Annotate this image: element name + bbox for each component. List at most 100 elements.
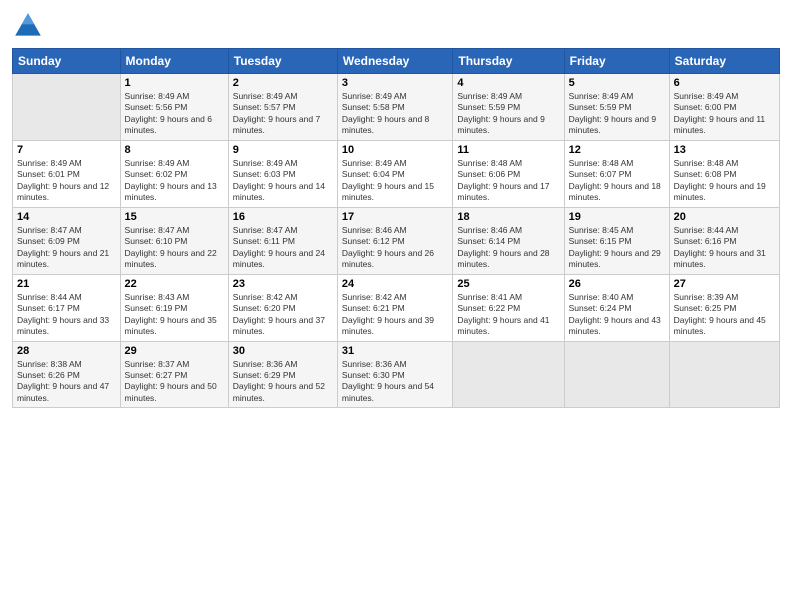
day-info: Sunrise: 8:44 AMSunset: 6:16 PMDaylight:… [674,225,775,271]
header [12,10,780,42]
day-info: Sunrise: 8:45 AMSunset: 6:15 PMDaylight:… [569,225,665,271]
day-number: 13 [674,144,775,156]
week-row-3: 14 Sunrise: 8:47 AMSunset: 6:09 PMDayligh… [13,207,780,274]
day-number: 2 [233,77,333,89]
day-number: 11 [457,144,559,156]
day-number: 30 [233,345,333,357]
day-info: Sunrise: 8:36 AMSunset: 6:29 PMDaylight:… [233,359,333,405]
day-cell: 16 Sunrise: 8:47 AMSunset: 6:11 PMDayligh… [228,207,337,274]
day-cell: 3 Sunrise: 8:49 AMSunset: 5:58 PMDaylight… [337,74,453,141]
logo-icon [12,10,44,42]
day-info: Sunrise: 8:48 AMSunset: 6:08 PMDaylight:… [674,158,775,204]
day-number: 29 [125,345,224,357]
day-info: Sunrise: 8:47 AMSunset: 6:11 PMDaylight:… [233,225,333,271]
day-info: Sunrise: 8:39 AMSunset: 6:25 PMDaylight:… [674,292,775,338]
day-cell: 2 Sunrise: 8:49 AMSunset: 5:57 PMDaylight… [228,74,337,141]
day-info: Sunrise: 8:49 AMSunset: 6:03 PMDaylight:… [233,158,333,204]
weekday-header-wednesday: Wednesday [337,49,453,74]
day-info: Sunrise: 8:36 AMSunset: 6:30 PMDaylight:… [342,359,449,405]
day-number: 3 [342,77,449,89]
day-number: 9 [233,144,333,156]
day-info: Sunrise: 8:48 AMSunset: 6:07 PMDaylight:… [569,158,665,204]
weekday-header-friday: Friday [564,49,669,74]
weekday-header-thursday: Thursday [453,49,564,74]
logo [12,10,48,42]
day-info: Sunrise: 8:38 AMSunset: 6:26 PMDaylight:… [17,359,116,405]
day-cell: 7 Sunrise: 8:49 AMSunset: 6:01 PMDaylight… [13,140,121,207]
day-number: 16 [233,211,333,223]
day-info: Sunrise: 8:49 AMSunset: 5:58 PMDaylight:… [342,91,449,137]
day-number: 1 [125,77,224,89]
day-number: 12 [569,144,665,156]
day-cell: 8 Sunrise: 8:49 AMSunset: 6:02 PMDaylight… [120,140,228,207]
day-cell: 23 Sunrise: 8:42 AMSunset: 6:20 PMDayligh… [228,274,337,341]
day-number: 27 [674,278,775,290]
day-cell: 22Sunrise: 8:43 AMSunset: 6:19 PMDayligh… [120,274,228,341]
weekday-header-monday: Monday [120,49,228,74]
day-info: Sunrise: 8:47 AMSunset: 6:10 PMDaylight:… [125,225,224,271]
weekday-header-tuesday: Tuesday [228,49,337,74]
day-info: Sunrise: 8:47 AMSunset: 6:09 PMDaylight:… [17,225,116,271]
day-cell: 15 Sunrise: 8:47 AMSunset: 6:10 PMDayligh… [120,207,228,274]
day-cell [669,341,779,408]
day-cell: 9 Sunrise: 8:49 AMSunset: 6:03 PMDaylight… [228,140,337,207]
day-info: Sunrise: 8:41 AMSunset: 6:22 PMDaylight:… [457,292,559,338]
day-number: 14 [17,211,116,223]
day-number: 7 [17,144,116,156]
day-info: Sunrise: 8:49 AMSunset: 5:59 PMDaylight:… [569,91,665,137]
day-cell: 19Sunrise: 8:45 AMSunset: 6:15 PMDayligh… [564,207,669,274]
day-number: 24 [342,278,449,290]
weekday-header-row: SundayMondayTuesdayWednesdayThursdayFrid… [13,49,780,74]
day-number: 20 [674,211,775,223]
day-cell: 27 Sunrise: 8:39 AMSunset: 6:25 PMDayligh… [669,274,779,341]
day-info: Sunrise: 8:48 AMSunset: 6:06 PMDaylight:… [457,158,559,204]
week-row-5: 28 Sunrise: 8:38 AMSunset: 6:26 PMDayligh… [13,341,780,408]
day-info: Sunrise: 8:49 AMSunset: 5:56 PMDaylight:… [125,91,224,137]
day-cell: 4Sunrise: 8:49 AMSunset: 5:59 PMDaylight… [453,74,564,141]
day-number: 8 [125,144,224,156]
day-info: Sunrise: 8:42 AMSunset: 6:20 PMDaylight:… [233,292,333,338]
day-cell: 6 Sunrise: 8:49 AMSunset: 6:00 PMDaylight… [669,74,779,141]
day-cell: 12 Sunrise: 8:48 AMSunset: 6:07 PMDayligh… [564,140,669,207]
day-number: 31 [342,345,449,357]
day-info: Sunrise: 8:40 AMSunset: 6:24 PMDaylight:… [569,292,665,338]
day-cell: 18 Sunrise: 8:46 AMSunset: 6:14 PMDayligh… [453,207,564,274]
day-cell: 20 Sunrise: 8:44 AMSunset: 6:16 PMDayligh… [669,207,779,274]
day-number: 10 [342,144,449,156]
day-number: 17 [342,211,449,223]
day-info: Sunrise: 8:46 AMSunset: 6:14 PMDaylight:… [457,225,559,271]
day-cell: 11 Sunrise: 8:48 AMSunset: 6:06 PMDayligh… [453,140,564,207]
day-info: Sunrise: 8:49 AMSunset: 6:01 PMDaylight:… [17,158,116,204]
day-info: Sunrise: 8:37 AMSunset: 6:27 PMDaylight:… [125,359,224,405]
day-info: Sunrise: 8:49 AMSunset: 6:00 PMDaylight:… [674,91,775,137]
page: SundayMondayTuesdayWednesdayThursdayFrid… [0,0,792,612]
day-info: Sunrise: 8:49 AMSunset: 5:57 PMDaylight:… [233,91,333,137]
day-cell: 17 Sunrise: 8:46 AMSunset: 6:12 PMDayligh… [337,207,453,274]
day-info: Sunrise: 8:49 AMSunset: 6:04 PMDaylight:… [342,158,449,204]
day-cell: 21Sunrise: 8:44 AMSunset: 6:17 PMDayligh… [13,274,121,341]
day-cell: 28 Sunrise: 8:38 AMSunset: 6:26 PMDayligh… [13,341,121,408]
weekday-header-sunday: Sunday [13,49,121,74]
day-cell [564,341,669,408]
day-cell: 25 Sunrise: 8:41 AMSunset: 6:22 PMDayligh… [453,274,564,341]
day-cell: 30 Sunrise: 8:36 AMSunset: 6:29 PMDayligh… [228,341,337,408]
day-number: 15 [125,211,224,223]
day-info: Sunrise: 8:43 AMSunset: 6:19 PMDaylight:… [125,292,224,338]
day-number: 21 [17,278,116,290]
day-cell: 31 Sunrise: 8:36 AMSunset: 6:30 PMDayligh… [337,341,453,408]
day-number: 25 [457,278,559,290]
day-cell: 10 Sunrise: 8:49 AMSunset: 6:04 PMDayligh… [337,140,453,207]
day-number: 6 [674,77,775,89]
day-number: 18 [457,211,559,223]
day-cell: 26 Sunrise: 8:40 AMSunset: 6:24 PMDayligh… [564,274,669,341]
day-number: 28 [17,345,116,357]
day-number: 23 [233,278,333,290]
day-cell: 5Sunrise: 8:49 AMSunset: 5:59 PMDaylight… [564,74,669,141]
day-number: 26 [569,278,665,290]
day-cell: 29 Sunrise: 8:37 AMSunset: 6:27 PMDayligh… [120,341,228,408]
weekday-header-saturday: Saturday [669,49,779,74]
day-info: Sunrise: 8:49 AMSunset: 6:02 PMDaylight:… [125,158,224,204]
day-info: Sunrise: 8:46 AMSunset: 6:12 PMDaylight:… [342,225,449,271]
week-row-4: 21Sunrise: 8:44 AMSunset: 6:17 PMDayligh… [13,274,780,341]
day-info: Sunrise: 8:49 AMSunset: 5:59 PMDaylight:… [457,91,559,137]
